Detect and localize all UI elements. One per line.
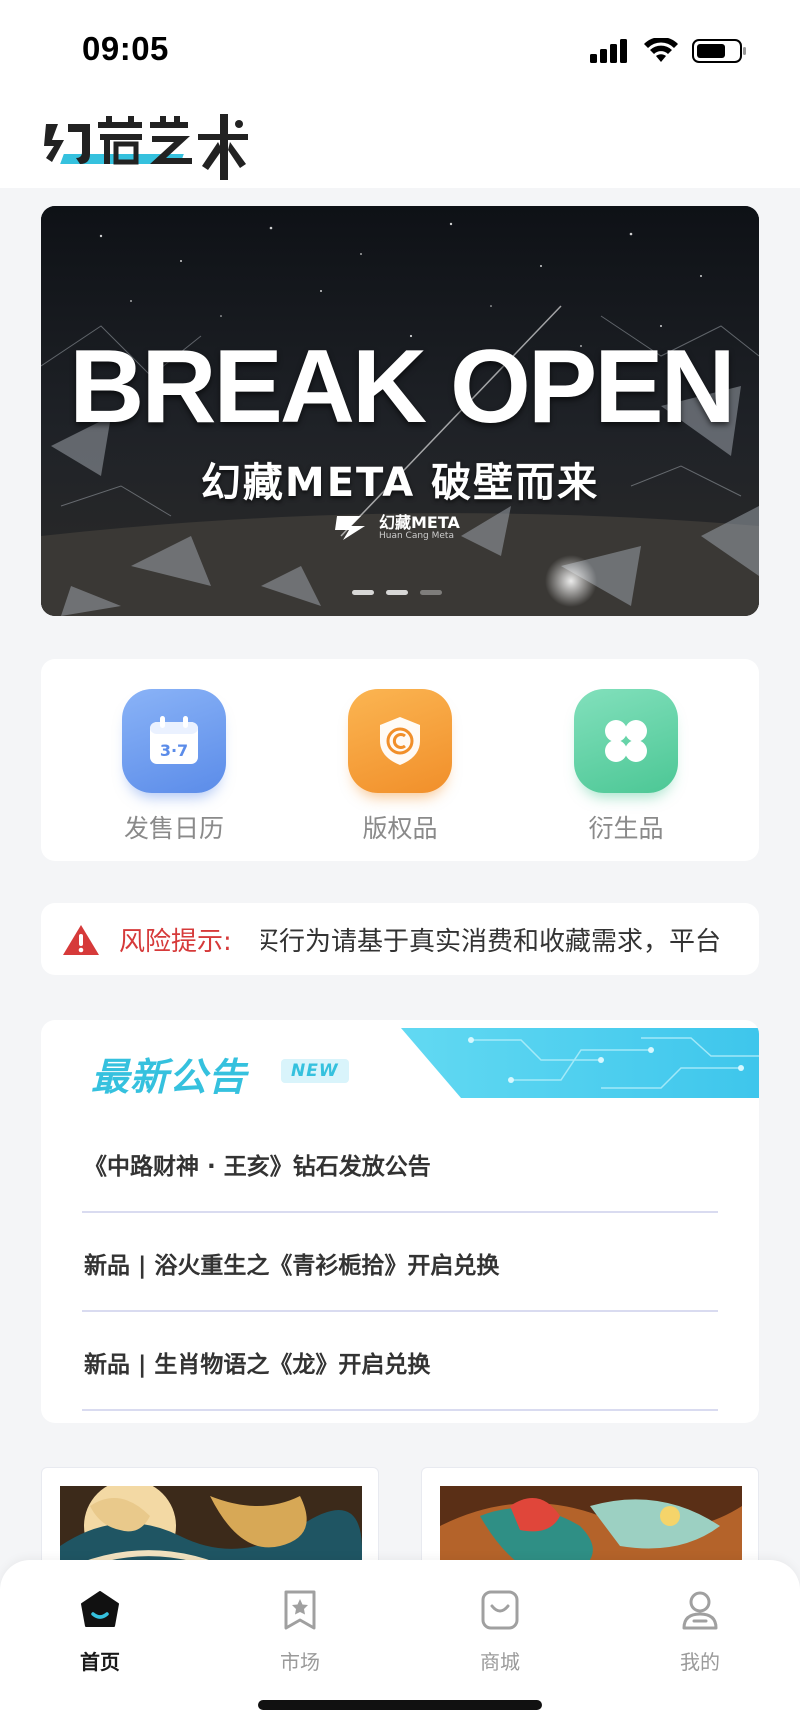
quick-action-release-calendar[interactable]: 3·7 发售日历 [104, 689, 244, 845]
announcement-item-text: 新品 | 生肖物语之《龙》开启兑换 [84, 1352, 431, 1378]
app-logo[interactable] [42, 104, 252, 182]
quick-action-copyright[interactable]: 版权品 [330, 689, 470, 845]
tab-label: 首页 [80, 1650, 120, 1674]
home-icon [81, 1591, 119, 1627]
clover-icon [574, 689, 678, 793]
tab-label: 商城 [480, 1650, 520, 1674]
tab-home[interactable]: 首页 [40, 1588, 160, 1675]
quick-action-label: 衍生品 [588, 814, 664, 843]
tab-shop[interactable]: 商城 [440, 1588, 560, 1675]
copyright-shield-icon [348, 689, 452, 793]
risk-notice-bar[interactable]: 风险提示: 买行为请基于真实消费和收藏需求，平台 [41, 903, 759, 975]
quick-action-derivatives[interactable]: 衍生品 [556, 689, 696, 845]
risk-notice-label: 风险提示: [119, 927, 232, 957]
tab-profile[interactable]: 我的 [640, 1588, 760, 1675]
hero-banner[interactable]: BREAK OPEN 幻藏META 破壁而来 幻藏META Huan Cang … [41, 206, 759, 616]
battery-icon [692, 39, 746, 63]
banner-headline: BREAK OPEN [69, 329, 735, 445]
banner-brand-name: 幻藏META [379, 513, 460, 532]
status-bar: 09:05 [0, 0, 800, 92]
home-indicator [258, 1700, 542, 1710]
status-icons [590, 38, 748, 64]
quick-actions-card: 3·7 发售日历 版权品 衍生品 [41, 659, 759, 861]
announcement-item[interactable]: 新品 | 生肖物语之《龙》开启兑换 [82, 1312, 718, 1411]
calendar-icon: 3·7 [122, 689, 226, 793]
calendar-badge-text: 3·7 [160, 741, 188, 760]
tab-market[interactable]: 市场 [240, 1588, 360, 1675]
brand-logo-icon [335, 516, 365, 540]
new-badge: NEW [281, 1059, 349, 1083]
risk-notice-text: 买行为请基于真实消费和收藏需求，平台 [261, 927, 722, 957]
announcement-item[interactable]: 新品 | 浴火重生之《青衫栀拾》开启兑换 [82, 1213, 718, 1312]
app-header [0, 92, 800, 188]
quick-action-label: 版权品 [362, 814, 438, 843]
banner-pagination [352, 590, 442, 595]
profile-icon [682, 1591, 718, 1630]
banner-brand: 幻藏META Huan Cang Meta [331, 514, 460, 542]
announcement-item[interactable]: 《中路财神 · 王亥》钻石发放公告 [82, 1114, 718, 1213]
banner-brand-en: Huan Cang Meta [379, 531, 454, 541]
warning-icon [63, 925, 99, 955]
announcement-item-text: 新品 | 浴火重生之《青衫栀拾》开启兑换 [84, 1253, 500, 1279]
market-icon [284, 1590, 316, 1630]
banner-dot[interactable] [420, 590, 442, 595]
tab-label: 市场 [280, 1650, 320, 1674]
banner-dot[interactable] [352, 590, 374, 595]
announcements-title: 最新公告 [91, 1055, 248, 1099]
announcements-card: 最新公告 NEW 《中路财神 · 王亥》钻石发放公告 新品 | 浴火重生之《青衫… [41, 1020, 759, 1423]
wifi-icon [644, 38, 678, 62]
status-time: 09:05 [82, 30, 169, 67]
shop-bag-icon [481, 1590, 519, 1630]
tab-label: 我的 [680, 1650, 720, 1674]
cellular-signal-icon [590, 39, 627, 63]
banner-dot[interactable] [386, 590, 408, 595]
quick-action-label: 发售日历 [123, 814, 224, 843]
banner-subtitle: 幻藏META 破壁而来 [200, 460, 600, 506]
announcement-item-text: 《中路财神 · 王亥》钻石发放公告 [84, 1154, 431, 1180]
